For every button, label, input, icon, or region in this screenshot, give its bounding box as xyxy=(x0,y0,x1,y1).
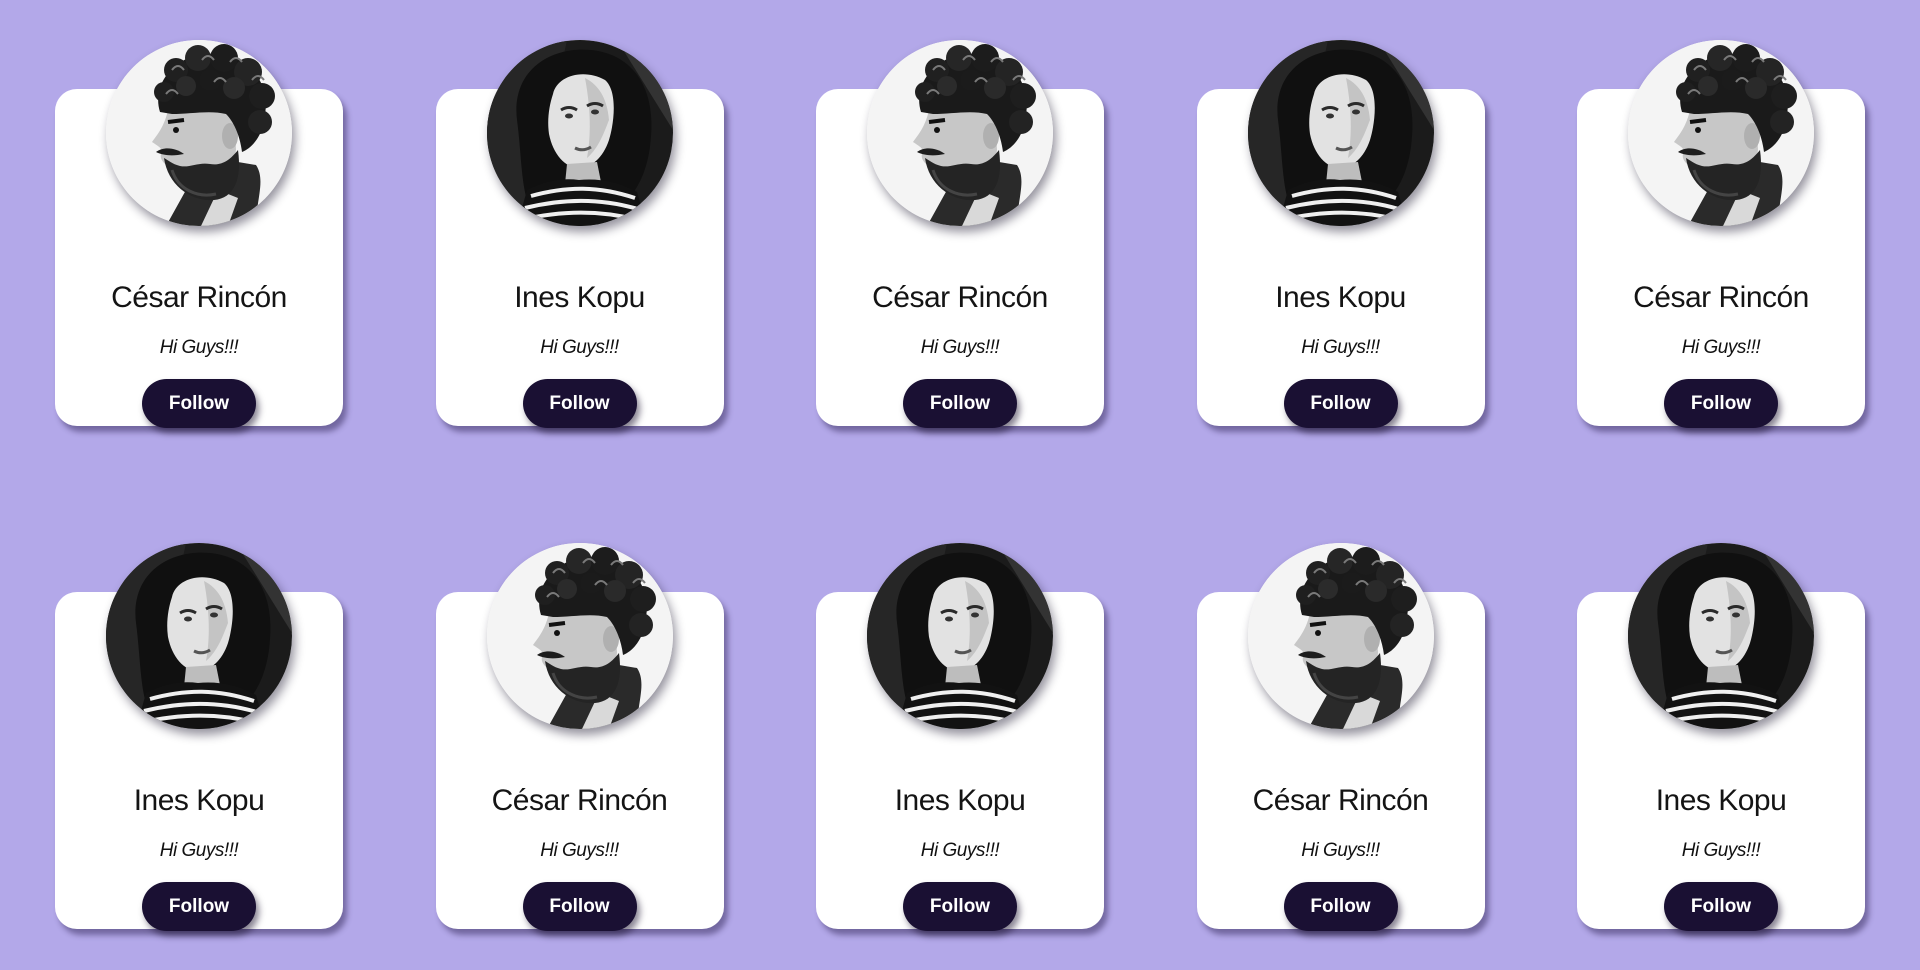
profile-card: Ines Kopu Hi Guys!!! Follow xyxy=(435,40,724,428)
profile-card: César Rincón Hi Guys!!! Follow xyxy=(435,543,724,931)
avatar-photo xyxy=(486,543,673,729)
avatar-photo xyxy=(1628,543,1814,729)
follow-button[interactable]: Follow xyxy=(903,882,1017,931)
avatar xyxy=(867,543,1053,729)
profile-name: César Rincón xyxy=(1633,281,1809,314)
profile-name: Ines Kopu xyxy=(133,784,265,817)
profile-bio: Hi Guys!!! xyxy=(920,337,1000,358)
follow-button[interactable]: Follow xyxy=(142,882,256,931)
profile-name: Ines Kopu xyxy=(1275,281,1406,314)
follow-button[interactable]: Follow xyxy=(903,379,1017,428)
profile-name: Ines Kopu xyxy=(1655,784,1787,817)
profile-card: César Rincón Hi Guys!!! Follow xyxy=(816,40,1104,428)
profile-bio: Hi Guys!!! xyxy=(159,840,239,861)
avatar xyxy=(1247,40,1434,226)
profile-bio: Hi Guys!!! xyxy=(1301,840,1380,861)
profile-bio: Hi Guys!!! xyxy=(1301,337,1380,358)
profile-card: Ines Kopu Hi Guys!!! Follow xyxy=(1577,543,1865,931)
profile-bio: Hi Guys!!! xyxy=(1681,840,1761,861)
avatar xyxy=(486,40,673,226)
avatar-photo xyxy=(867,40,1053,226)
profile-card: César Rincón Hi Guys!!! Follow xyxy=(1196,543,1485,931)
follow-button[interactable]: Follow xyxy=(1283,379,1398,428)
avatar-photo xyxy=(106,40,292,226)
profile-bio: Hi Guys!!! xyxy=(159,337,239,358)
avatar xyxy=(1628,543,1814,729)
follow-button[interactable]: Follow xyxy=(1664,882,1778,931)
avatar-photo xyxy=(1628,40,1814,226)
profile-bio: Hi Guys!!! xyxy=(920,840,1000,861)
avatar xyxy=(106,543,292,729)
avatar-photo xyxy=(486,40,673,226)
profile-card: César Rincón Hi Guys!!! Follow xyxy=(1577,40,1865,428)
follow-button[interactable]: Follow xyxy=(522,882,637,931)
avatar xyxy=(486,543,673,729)
profile-card: Ines Kopu Hi Guys!!! Follow xyxy=(816,543,1104,931)
follow-button[interactable]: Follow xyxy=(522,379,637,428)
profile-name: César Rincón xyxy=(491,784,668,817)
avatar xyxy=(106,40,292,226)
avatar xyxy=(1628,40,1814,226)
avatar xyxy=(1247,543,1434,729)
avatar-photo xyxy=(1247,543,1434,729)
profile-card: Ines Kopu Hi Guys!!! Follow xyxy=(55,543,343,931)
avatar-photo xyxy=(106,543,292,729)
avatar-photo xyxy=(1247,40,1434,226)
profile-name: Ines Kopu xyxy=(514,281,645,314)
profile-name: César Rincón xyxy=(1252,784,1429,817)
profile-name: Ines Kopu xyxy=(894,784,1026,817)
follow-button[interactable]: Follow xyxy=(1664,379,1778,428)
profile-bio: Hi Guys!!! xyxy=(540,337,619,358)
profile-bio: Hi Guys!!! xyxy=(1681,337,1761,358)
follow-button[interactable]: Follow xyxy=(142,379,256,428)
profile-card: Ines Kopu Hi Guys!!! Follow xyxy=(1196,40,1485,428)
follow-button[interactable]: Follow xyxy=(1283,882,1398,931)
profile-name: César Rincón xyxy=(111,281,287,314)
profile-bio: Hi Guys!!! xyxy=(540,840,619,861)
profile-name: César Rincón xyxy=(872,281,1048,314)
avatar xyxy=(867,40,1053,226)
profile-card-grid: César Rincón Hi Guys!!! Follow Ines Kopu… xyxy=(55,40,1865,931)
avatar-photo xyxy=(867,543,1053,729)
profile-card: César Rincón Hi Guys!!! Follow xyxy=(55,40,343,428)
